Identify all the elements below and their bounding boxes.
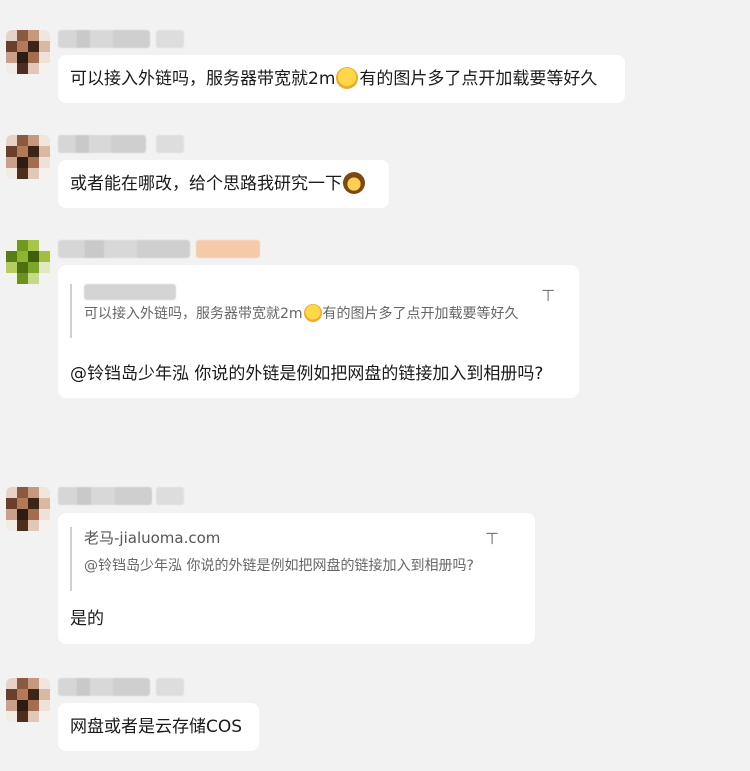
message-text: 是的 — [70, 609, 104, 629]
group-title-tag — [156, 487, 184, 505]
quoted-text: @铃铛岛少年泓 你说的外链是例如把网盘的链接加入到相册吗? — [84, 558, 474, 574]
avatar[interactable] — [6, 135, 50, 179]
avatar[interactable] — [6, 678, 50, 722]
message-bubble[interactable]: 老马-jialuoma.com @铃铛岛少年泓 你说的外链是例如把网盘的链接加入… — [58, 513, 535, 644]
pin-icon[interactable]: ⊤ — [541, 284, 555, 308]
quoted-message[interactable]: 老马-jialuoma.com @铃铛岛少年泓 你说的外链是例如把网盘的链接加入… — [70, 527, 523, 591]
sender-name — [58, 240, 190, 258]
group-title-tag — [196, 240, 260, 258]
group-title-tag — [156, 30, 184, 48]
sender-name — [58, 30, 150, 48]
avatar[interactable] — [6, 30, 50, 74]
message-text: @铃铛岛少年泓 你说的外链是例如把网盘的链接加入到相册吗? — [70, 364, 544, 384]
quoted-message[interactable]: 可以接入外链吗，服务器带宽就2m 有的图片多了点开加载要等好久 ⊤ — [70, 284, 567, 338]
message-text: 网盘或者是云存储COS — [70, 717, 243, 737]
face-tongue-emoji — [303, 304, 322, 322]
message-text-continued: 有的图片多了点开加载要等好久 — [359, 69, 598, 89]
sender-name — [58, 487, 152, 505]
message-bubble[interactable]: 或者能在哪改，给个思路我研究一下 — [58, 160, 389, 208]
avatar[interactable] — [6, 240, 50, 284]
quoted-text: 可以接入外链吗，服务器带宽就2m 有的图片多了点开加载要等好久 — [84, 304, 519, 322]
message-bubble[interactable]: 可以接入外链吗，服务器带宽就2m 有的图片多了点开加载要等好久 — [58, 55, 625, 103]
message-bubble[interactable]: 网盘或者是云存储COS — [58, 703, 259, 751]
sender-name — [58, 135, 146, 153]
avatar[interactable] — [6, 487, 50, 531]
quoted-sender-name — [84, 284, 176, 300]
sender-name — [58, 678, 150, 696]
pin-icon[interactable]: ⊤ — [485, 527, 499, 551]
face-tongue-emoji — [336, 67, 359, 89]
message-text: 或者能在哪改，给个思路我研究一下 — [70, 174, 342, 194]
bear-emoji — [343, 172, 365, 194]
group-title-tag — [156, 678, 184, 696]
message-bubble[interactable]: 可以接入外链吗，服务器带宽就2m 有的图片多了点开加载要等好久 ⊤ @铃铛岛少年泓… — [58, 265, 579, 398]
quoted-sender-name: 老马-jialuoma.com — [84, 529, 221, 547]
group-title-tag — [156, 135, 184, 153]
message-text: 可以接入外链吗，服务器带宽就2m — [70, 69, 336, 89]
